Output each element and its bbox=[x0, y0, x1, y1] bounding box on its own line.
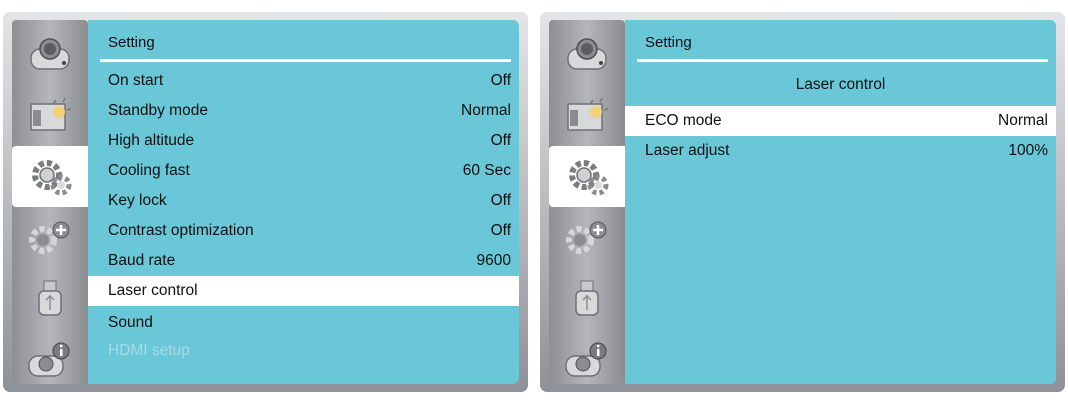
usb-icon bbox=[575, 280, 599, 316]
menu-item-contrast-optimization[interactable]: Contrast optimization Off bbox=[88, 216, 519, 246]
tab-expanded-setting[interactable] bbox=[12, 207, 88, 268]
tab-image[interactable] bbox=[12, 24, 88, 85]
menu-item-label: Contrast optimization bbox=[108, 222, 254, 239]
menu-item-label: Baud rate bbox=[108, 252, 176, 269]
gear-plus-icon bbox=[566, 221, 607, 254]
menu-item-value: Normal bbox=[998, 112, 1048, 129]
usb-icon bbox=[38, 280, 62, 316]
menu-item-hdmi-setup: HDMI setup bbox=[88, 336, 519, 366]
title-divider bbox=[637, 59, 1048, 62]
page-title: Setting bbox=[108, 34, 155, 51]
tab-expanded-setting[interactable] bbox=[549, 207, 625, 268]
menu-item-label: Key lock bbox=[108, 192, 167, 209]
tab-image[interactable] bbox=[549, 24, 625, 85]
menu-sidebar bbox=[12, 20, 88, 384]
page-title: Setting bbox=[645, 34, 692, 51]
menu-item-sound[interactable]: Sound bbox=[88, 308, 519, 338]
menu-item-label: Standby mode bbox=[108, 102, 208, 119]
setting-menu-panel: Setting On start Off Standby mode Normal… bbox=[3, 12, 528, 392]
menu-item-baud-rate[interactable]: Baud rate 9600 bbox=[88, 246, 519, 276]
menu-item-label: HDMI setup bbox=[108, 342, 190, 359]
menu-item-label: Sound bbox=[108, 314, 153, 331]
menu-item-key-lock[interactable]: Key lock Off bbox=[88, 186, 519, 216]
picture-icon bbox=[567, 97, 609, 131]
menu-sidebar bbox=[549, 20, 625, 384]
laser-control-panel: Setting Laser control ECO mode Normal La… bbox=[540, 12, 1065, 392]
gear-icon bbox=[569, 159, 609, 195]
menu-item-label: On start bbox=[108, 72, 164, 89]
menu-item-value: Normal bbox=[461, 102, 511, 119]
menu-item-value: 100% bbox=[1008, 142, 1048, 159]
menu-item-laser-adjust[interactable]: Laser adjust 100% bbox=[625, 136, 1056, 166]
menu-item-standby-mode[interactable]: Standby mode Normal bbox=[88, 96, 519, 126]
title-divider bbox=[100, 59, 511, 62]
menu-item-value: Off bbox=[490, 132, 511, 149]
tab-info[interactable] bbox=[549, 329, 625, 384]
menu-item-on-start[interactable]: On start Off bbox=[88, 66, 519, 96]
menu-item-eco-mode[interactable]: ECO mode Normal bbox=[625, 106, 1056, 136]
info-icon bbox=[28, 342, 70, 377]
tab-display[interactable] bbox=[12, 85, 88, 146]
menu-item-label: ECO mode bbox=[645, 112, 722, 129]
menu-item-label: Laser control bbox=[108, 282, 198, 299]
setting-content: Setting On start Off Standby mode Normal… bbox=[88, 20, 519, 384]
tab-display[interactable] bbox=[549, 85, 625, 146]
menu-item-value: Off bbox=[490, 222, 511, 239]
menu-item-label: High altitude bbox=[108, 132, 195, 149]
menu-item-label: Laser adjust bbox=[645, 142, 730, 159]
submenu-title: Laser control bbox=[795, 76, 886, 93]
menu-item-cooling-fast[interactable]: Cooling fast 60 Sec bbox=[88, 156, 519, 186]
gear-plus-icon bbox=[29, 221, 70, 254]
tab-info[interactable] bbox=[12, 329, 88, 384]
menu-item-label: Cooling fast bbox=[108, 162, 190, 179]
laser-control-content: Setting Laser control ECO mode Normal La… bbox=[625, 20, 1056, 384]
picture-icon bbox=[30, 97, 72, 131]
info-icon bbox=[565, 342, 607, 377]
tab-setting[interactable] bbox=[12, 146, 88, 207]
menu-item-value: 60 Sec bbox=[462, 162, 511, 179]
menu-item-laser-control[interactable]: Laser control bbox=[88, 276, 519, 306]
tab-usb[interactable] bbox=[549, 268, 625, 329]
camera-icon bbox=[567, 37, 607, 70]
menu-item-value: Off bbox=[490, 72, 511, 89]
tab-usb[interactable] bbox=[12, 268, 88, 329]
menu-item-high-altitude[interactable]: High altitude Off bbox=[88, 126, 519, 156]
camera-icon bbox=[30, 37, 70, 70]
tab-setting[interactable] bbox=[549, 146, 625, 207]
menu-item-value: Off bbox=[490, 192, 511, 209]
menu-item-value: 9600 bbox=[476, 252, 511, 269]
gear-icon bbox=[32, 159, 72, 195]
